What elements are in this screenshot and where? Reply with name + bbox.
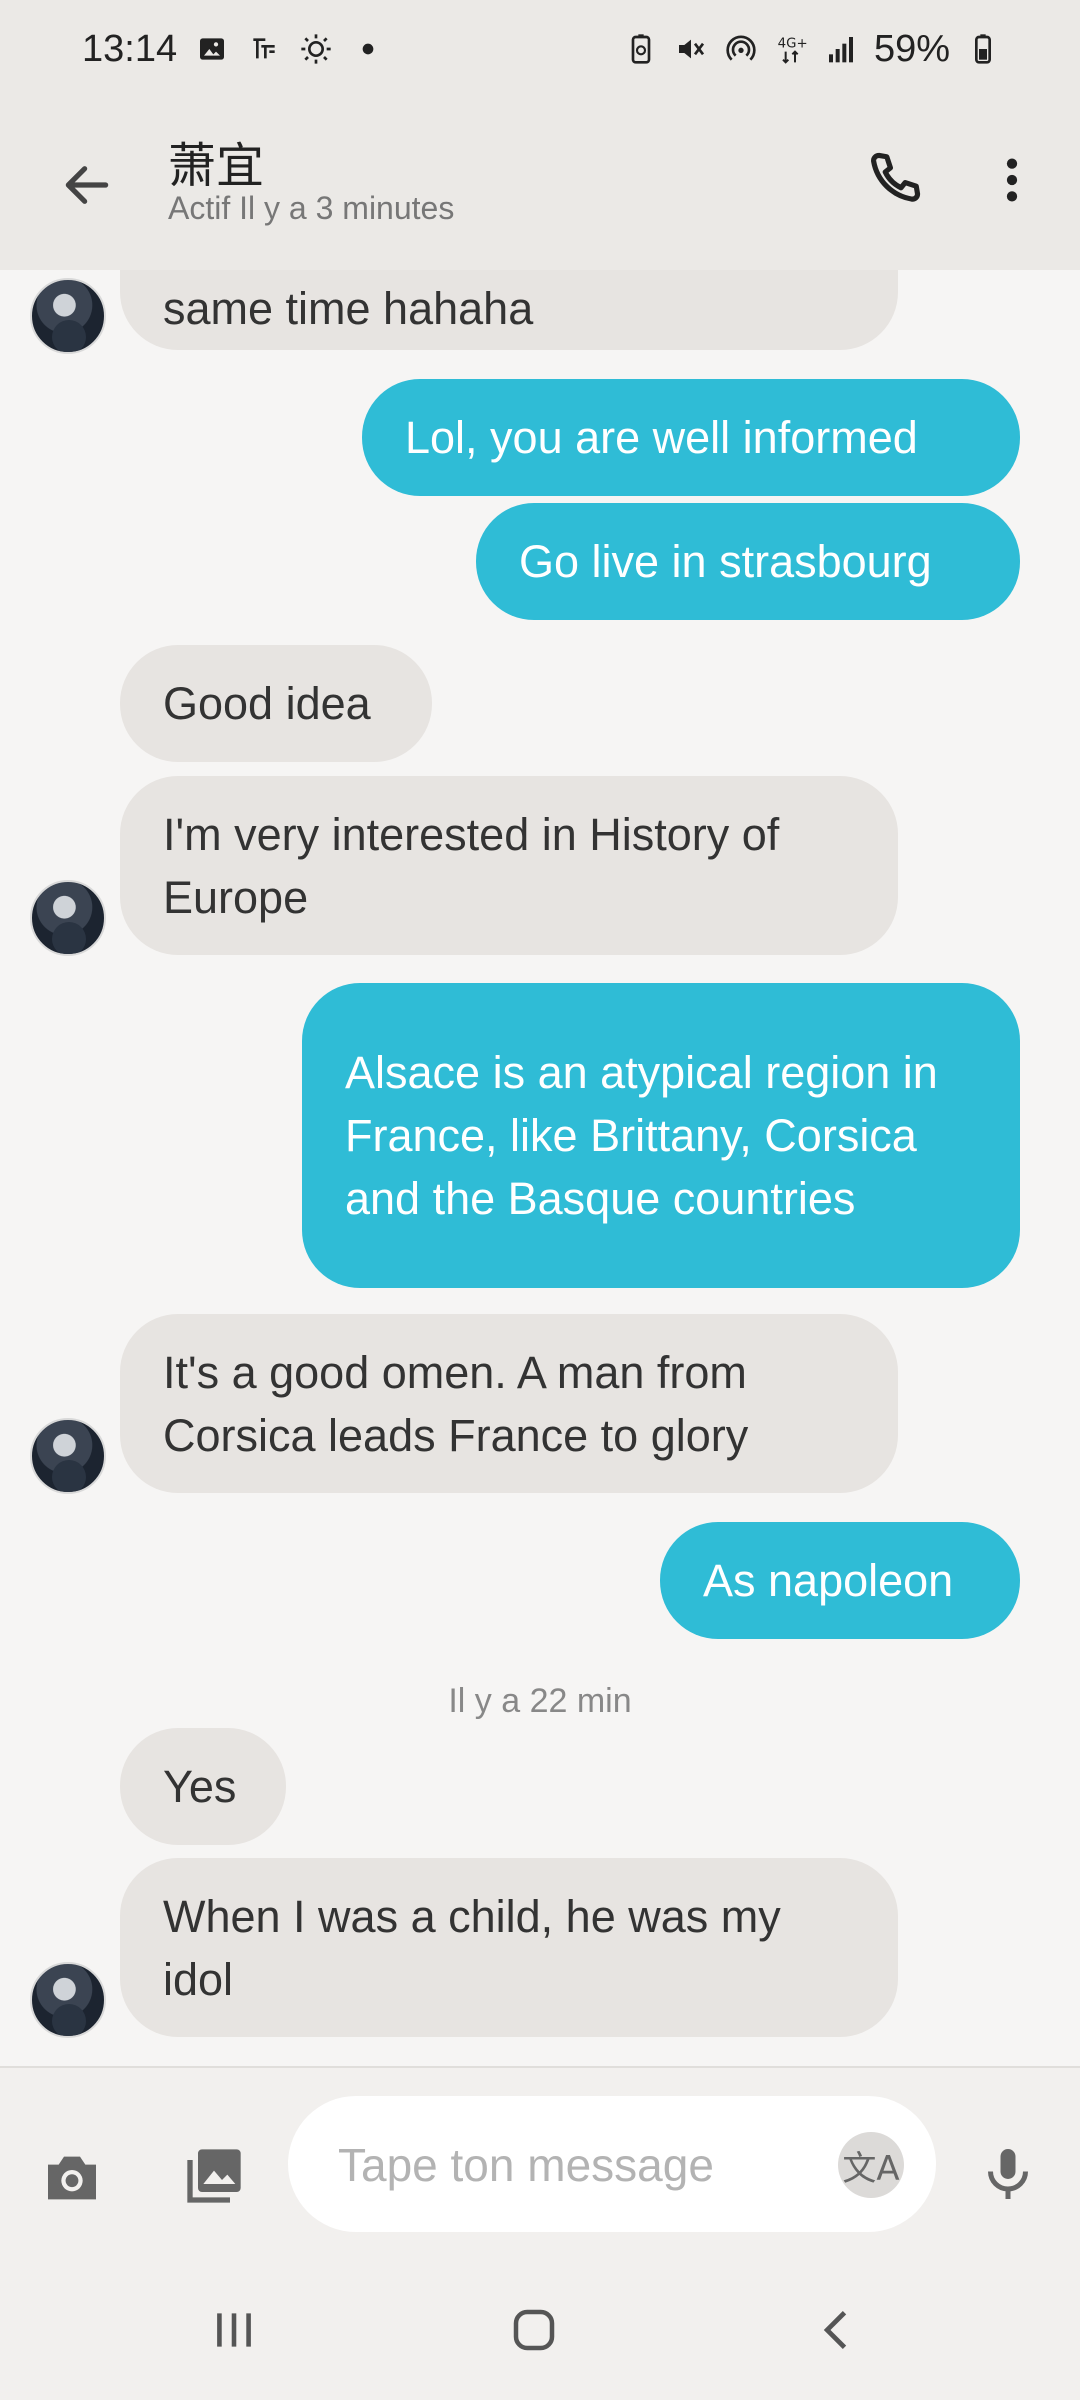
system-navigation-bar <box>0 2276 1080 2400</box>
message-incoming[interactable]: It's a good omen. A man from Corsica lea… <box>120 1314 898 1493</box>
mute-icon <box>674 32 708 66</box>
hotspot-icon <box>724 32 758 66</box>
clock: 13:14 <box>82 27 178 70</box>
svg-text:4G+: 4G+ <box>778 37 807 52</box>
arrow-left-icon <box>65 166 109 204</box>
phone-icon <box>871 152 921 202</box>
contact-status: Actif Il y a 3 minutes <box>168 190 455 226</box>
back-button[interactable] <box>52 150 122 220</box>
home-icon <box>513 2309 555 2351</box>
battery-percent: 59% <box>873 27 950 70</box>
battery-icon <box>966 32 1000 66</box>
recent-apps-icon <box>217 2313 251 2347</box>
message-incoming[interactable]: Good idea <box>120 645 432 762</box>
translate-button[interactable]: 文A <box>838 2132 904 2198</box>
microphone-icon <box>988 2149 1028 2199</box>
chevron-left-icon <box>823 2310 847 2350</box>
conversation-header: 萧宜 Actif Il y a 3 minutes <box>0 98 1080 270</box>
message-incoming[interactable]: same time hahaha <box>120 270 898 350</box>
message-outgoing[interactable]: Alsace is an atypical region in France, … <box>302 983 1020 1288</box>
dot-icon <box>351 32 385 66</box>
camera-button[interactable] <box>36 2142 108 2214</box>
image-icon <box>195 32 229 66</box>
call-button[interactable] <box>858 140 928 220</box>
recent-apps-button[interactable] <box>204 2300 264 2360</box>
contact-avatar[interactable] <box>30 880 106 956</box>
gallery-icon <box>187 2149 241 2203</box>
gallery-button[interactable] <box>178 2140 250 2212</box>
4g-icon: 4G+ <box>774 32 808 66</box>
message-input-container[interactable]: 文A <box>288 2096 936 2232</box>
brightness-icon <box>299 32 333 66</box>
more-options-button[interactable] <box>982 140 1042 220</box>
translate-icon: 文A <box>842 2148 900 2189</box>
nav-back-button[interactable] <box>808 2300 868 2360</box>
more-vert-icon <box>1006 158 1018 202</box>
notification-icon <box>247 32 281 66</box>
message-outgoing[interactable]: Go live in strasbourg <box>476 503 1020 620</box>
message-outgoing[interactable]: As napoleon <box>660 1522 1020 1639</box>
battery-saver-icon <box>624 32 658 66</box>
message-incoming[interactable]: Yes <box>120 1728 286 1845</box>
camera-icon <box>48 2156 96 2200</box>
home-button[interactable] <box>504 2300 564 2360</box>
message-incoming[interactable]: When I was a child, he was my idol <box>120 1858 898 2037</box>
signal-icon <box>824 32 858 66</box>
message-timestamp: Il y a 22 min <box>448 1682 632 1720</box>
status-bar: 13:14 4G+ 59% <box>0 0 1080 98</box>
contact-avatar[interactable] <box>30 1962 106 2038</box>
message-input[interactable] <box>336 2126 780 2204</box>
contact-avatar[interactable] <box>30 278 106 354</box>
microphone-button[interactable] <box>972 2138 1044 2210</box>
message-composer: 文A <box>0 2066 1080 2278</box>
message-list[interactable]: same time hahaha Lol, you are well infor… <box>0 270 1080 2066</box>
contact-avatar[interactable] <box>30 1418 106 1494</box>
contact-name[interactable]: 萧宜 <box>168 126 264 196</box>
message-outgoing[interactable]: Lol, you are well informed <box>362 379 1020 496</box>
message-incoming[interactable]: I'm very interested in History of Europe <box>120 776 898 955</box>
